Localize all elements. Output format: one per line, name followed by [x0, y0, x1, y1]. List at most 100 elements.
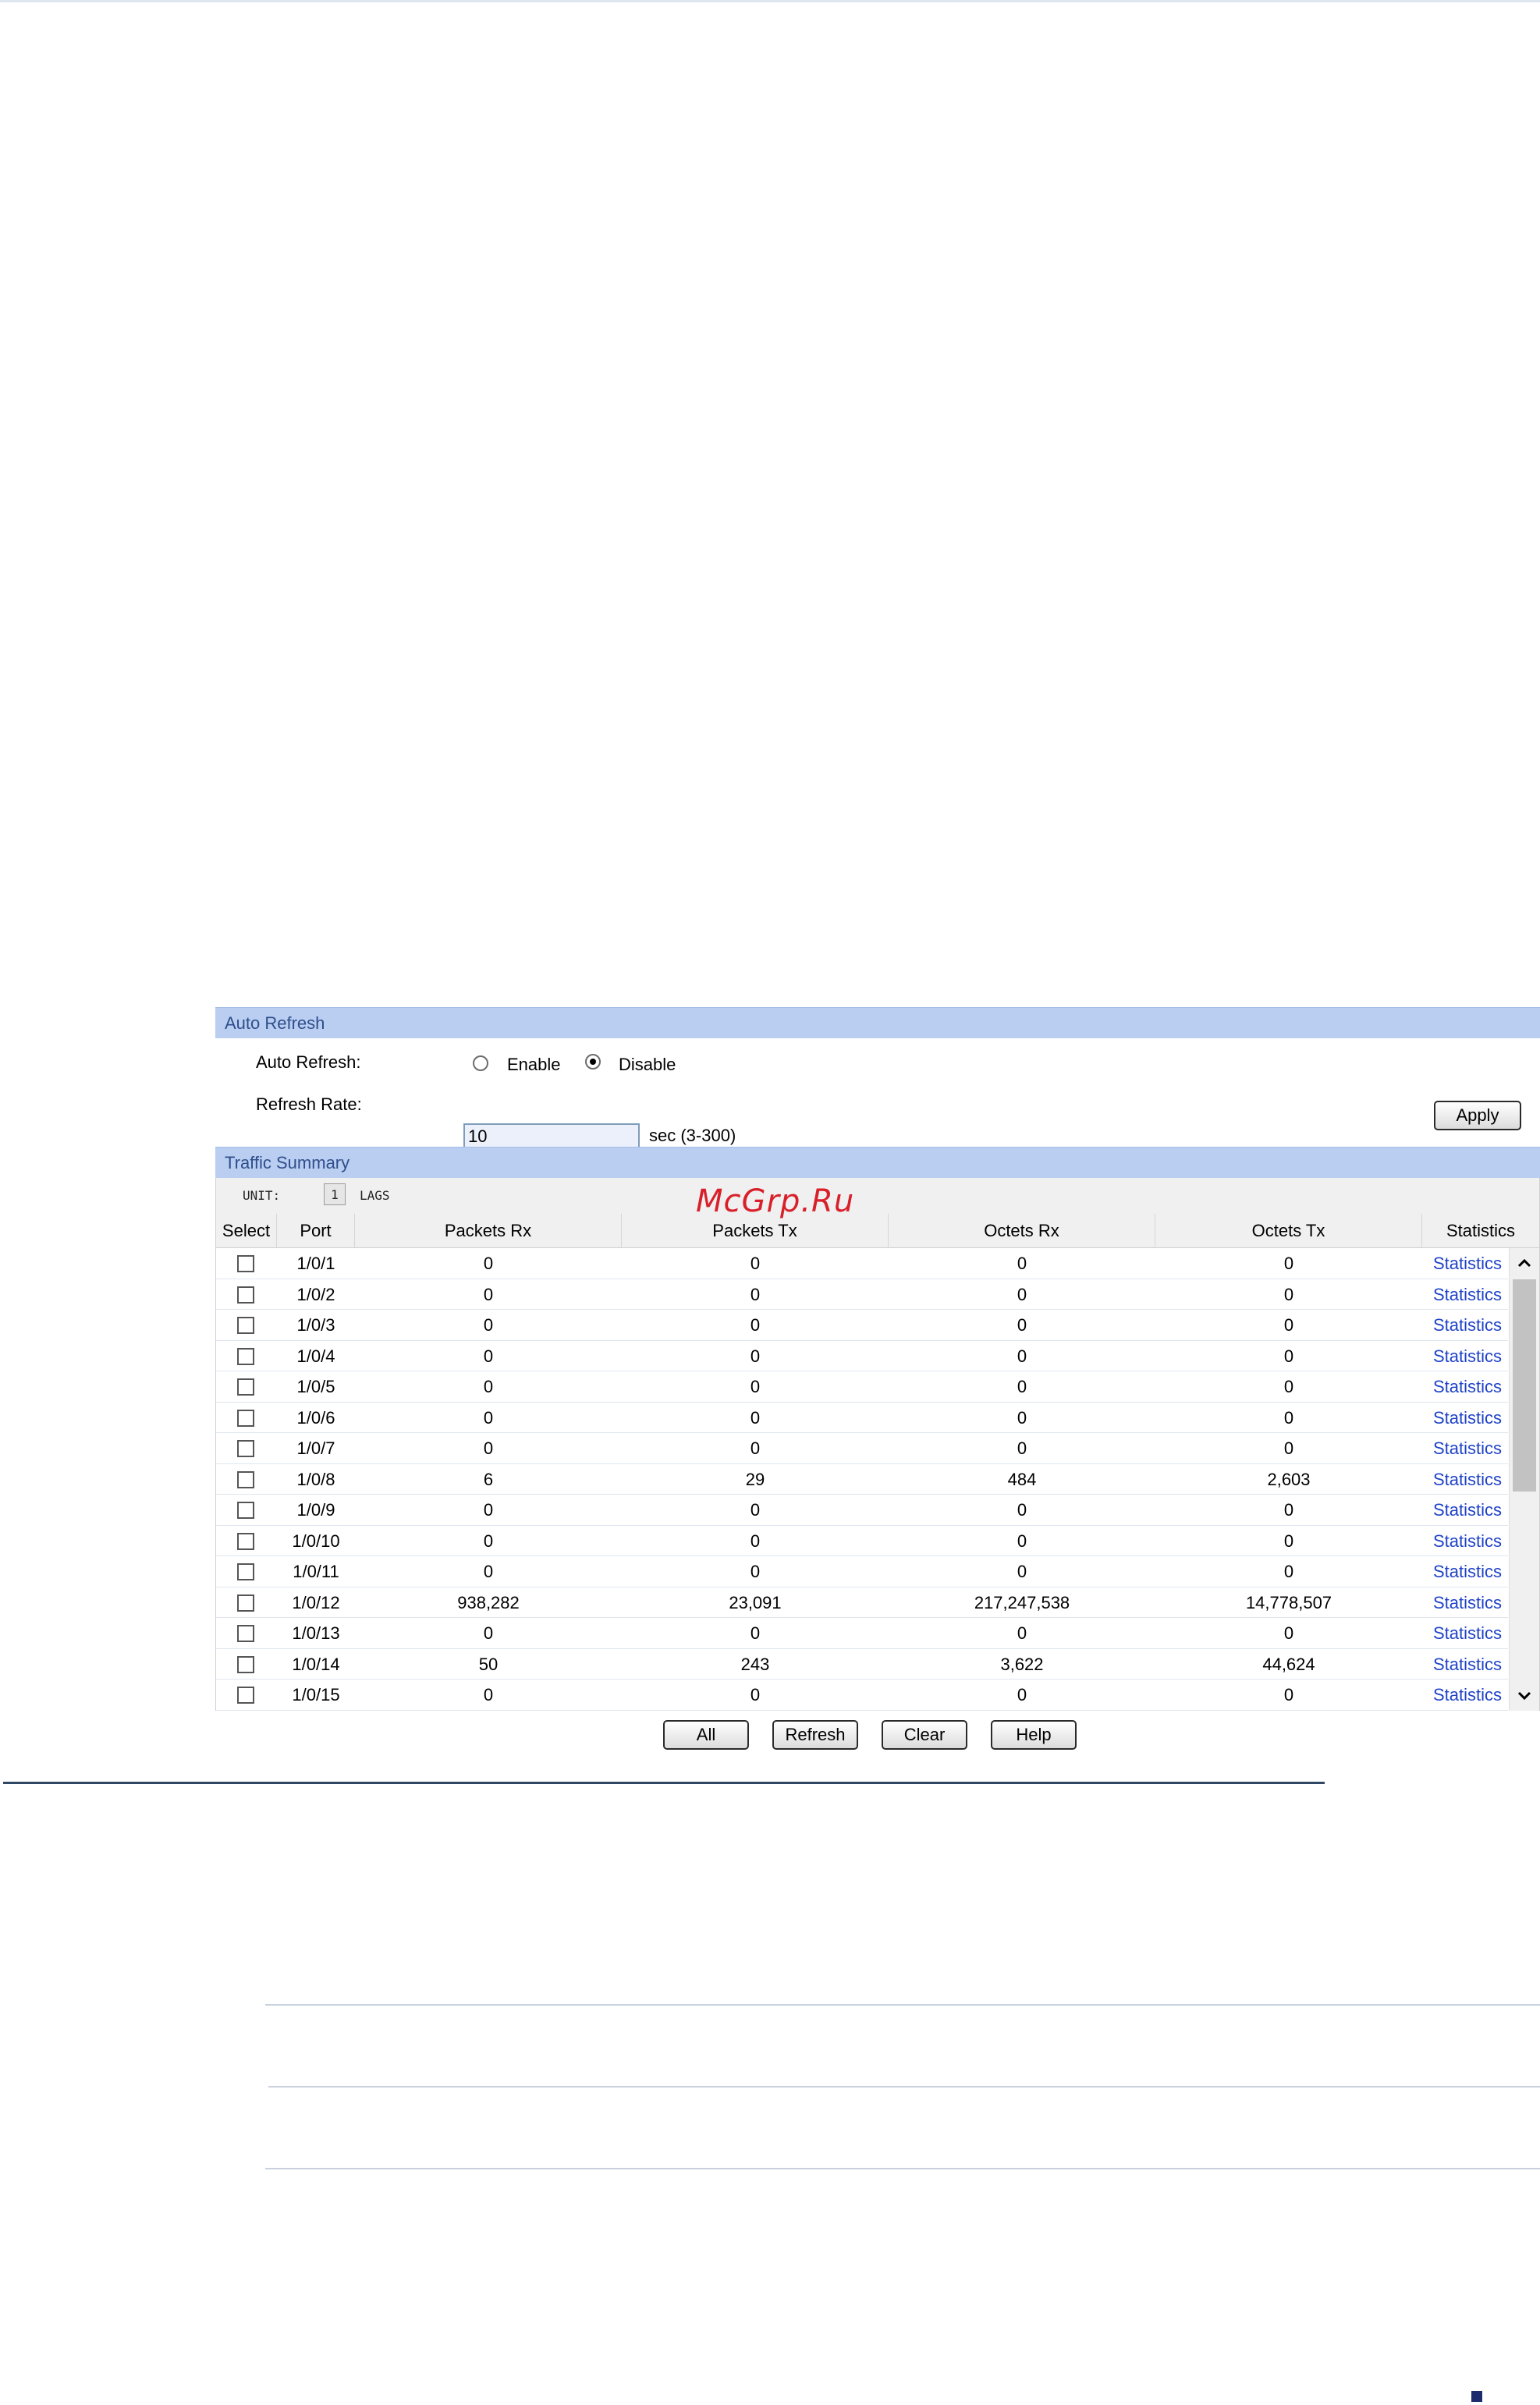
table-body: 1/0/15 0 0 0 0 Statistics 1/0/14 50 243 3,622 44,6…	[215, 1248, 1540, 1711]
packets-rx-cell: 0	[483, 1685, 494, 1704]
port-cell: 1/0/5	[296, 1377, 335, 1396]
octets-tx-cell: 0	[1283, 1346, 1294, 1366]
port-cell: 1/0/14	[292, 1654, 340, 1674]
packets-tx-cell: 0	[750, 1562, 761, 1581]
vertical-scrollbar[interactable]	[1509, 1248, 1539, 1711]
row-select-checkbox[interactable]	[237, 1317, 254, 1334]
divider-line	[268, 2086, 1540, 2088]
octets-rx-cell: 0	[1017, 1346, 1027, 1366]
octets-tx-cell: 0	[1283, 1438, 1294, 1458]
packets-tx-cell: 243	[740, 1654, 770, 1674]
statistics-link[interactable]: Statistics	[1422, 1495, 1513, 1525]
row-select-checkbox[interactable]	[237, 1532, 254, 1550]
packets-tx-cell: 0	[750, 1407, 761, 1428]
packets-tx-cell: 0	[750, 1531, 761, 1551]
table-row: 1/0/11 0 0 0 0 Statistics	[216, 1556, 1508, 1587]
row-select-checkbox[interactable]	[237, 1625, 254, 1642]
table-row: 1/0/1 0 0 0 0 Statistics	[216, 1248, 1508, 1279]
scroll-up-icon[interactable]	[1510, 1248, 1539, 1278]
packets-rx-cell: 0	[483, 1284, 494, 1304]
octets-tx-cell: 0	[1283, 1623, 1294, 1643]
refresh-rate-input[interactable]	[463, 1123, 640, 1150]
scrollbar-thumb[interactable]	[1513, 1279, 1536, 1492]
statistics-link[interactable]: Statistics	[1422, 1587, 1513, 1618]
clear-button[interactable]: Clear	[882, 1720, 967, 1750]
octets-rx-cell: 0	[1017, 1315, 1027, 1335]
row-select-checkbox[interactable]	[237, 1286, 254, 1304]
packets-rx-cell: 6	[483, 1469, 494, 1489]
octets-rx-cell: 0	[1017, 1407, 1027, 1428]
scroll-down-icon[interactable]	[1510, 1681, 1539, 1711]
port-cell: 1/0/1	[296, 1254, 335, 1273]
statistics-link[interactable]: Statistics	[1422, 1433, 1513, 1463]
packets-tx-cell: 0	[750, 1685, 761, 1704]
port-cell: 1/0/12	[292, 1592, 340, 1612]
octets-tx-cell: 0	[1283, 1407, 1294, 1428]
octets-tx-cell: 14,778,507	[1245, 1592, 1332, 1612]
row-select-checkbox[interactable]	[237, 1440, 254, 1457]
row-select-checkbox[interactable]	[237, 1687, 254, 1704]
statistics-link[interactable]: Statistics	[1422, 1649, 1513, 1680]
auto-refresh-label: Auto Refresh:	[256, 1052, 361, 1072]
row-select-checkbox[interactable]	[237, 1378, 254, 1396]
statistics-link[interactable]: Statistics	[1422, 1556, 1513, 1587]
row-select-checkbox[interactable]	[237, 1409, 254, 1427]
row-select-checkbox[interactable]	[237, 1347, 254, 1365]
traffic-summary: Traffic Summary UNIT: 1 LAGS Select Port…	[215, 1147, 1540, 1759]
statistics-link[interactable]: Statistics	[1422, 1371, 1513, 1402]
row-select-checkbox[interactable]	[237, 1563, 254, 1580]
enable-radio[interactable]	[473, 1055, 488, 1071]
lags-link[interactable]: LAGS	[360, 1188, 390, 1203]
disable-radio[interactable]	[585, 1054, 601, 1069]
packets-tx-cell: 23,091	[729, 1592, 782, 1612]
apply-button[interactable]: Apply	[1434, 1101, 1521, 1130]
packets-rx-cell: 0	[483, 1254, 494, 1273]
port-cell: 1/0/10	[292, 1531, 340, 1551]
packets-rx-cell: 0	[483, 1407, 494, 1428]
top-border	[0, 0, 1540, 2]
packets-tx-cell: 29	[745, 1469, 765, 1489]
unit-bar: UNIT: 1 LAGS	[215, 1178, 1540, 1214]
disable-label: Disable	[619, 1055, 676, 1074]
table-row: 1/0/13 0 0 0 0 Statistics	[216, 1618, 1508, 1649]
octets-rx-cell: 0	[1017, 1438, 1027, 1458]
port-cell: 1/0/9	[296, 1500, 335, 1520]
statistics-link[interactable]: Statistics	[1422, 1618, 1513, 1648]
packets-rx-cell: 0	[483, 1500, 494, 1520]
help-button[interactable]: Help	[991, 1720, 1077, 1750]
port-cell: 1/0/15	[292, 1685, 340, 1704]
table-row: 1/0/7 0 0 0 0 Statistics	[216, 1433, 1508, 1464]
row-select-checkbox[interactable]	[237, 1594, 254, 1612]
statistics-link[interactable]: Statistics	[1422, 1464, 1513, 1495]
col-packets-rx: Packets Rx	[355, 1214, 622, 1248]
statistics-link[interactable]: Statistics	[1422, 1279, 1513, 1310]
select-all-button[interactable]: All	[663, 1720, 749, 1750]
port-cell: 1/0/7	[296, 1438, 335, 1458]
page-marker	[1471, 2391, 1482, 2402]
packets-tx-cell: 0	[750, 1346, 761, 1366]
statistics-link[interactable]: Statistics	[1422, 1248, 1513, 1279]
row-select-checkbox[interactable]	[237, 1502, 254, 1519]
packets-rx-cell: 0	[483, 1377, 494, 1396]
refresh-rate-hint: sec (3-300)	[649, 1126, 736, 1145]
table-row: 1/0/4 0 0 0 0 Statistics	[216, 1341, 1508, 1371]
packets-rx-cell: 0	[483, 1623, 494, 1643]
octets-rx-cell: 0	[1017, 1685, 1027, 1704]
port-cell: 1/0/3	[296, 1315, 335, 1335]
row-select-checkbox[interactable]	[237, 1470, 254, 1488]
row-select-checkbox[interactable]	[237, 1255, 254, 1272]
octets-rx-cell: 0	[1017, 1377, 1027, 1396]
statistics-link[interactable]: Statistics	[1422, 1680, 1513, 1710]
row-select-checkbox[interactable]	[237, 1655, 254, 1673]
unit-selector[interactable]: 1	[324, 1183, 346, 1205]
statistics-link[interactable]: Statistics	[1422, 1526, 1513, 1556]
refresh-button[interactable]: Refresh	[772, 1720, 858, 1750]
table-row: 1/0/8 6 29 484 2,603 Statistics	[216, 1464, 1508, 1495]
octets-tx-cell: 0	[1283, 1377, 1294, 1396]
statistics-link[interactable]: Statistics	[1422, 1310, 1513, 1340]
octets-rx-cell: 0	[1017, 1623, 1027, 1643]
statistics-link[interactable]: Statistics	[1422, 1403, 1513, 1433]
packets-tx-cell: 0	[750, 1315, 761, 1335]
octets-rx-cell: 217,247,538	[974, 1592, 1070, 1612]
statistics-link[interactable]: Statistics	[1422, 1341, 1513, 1371]
